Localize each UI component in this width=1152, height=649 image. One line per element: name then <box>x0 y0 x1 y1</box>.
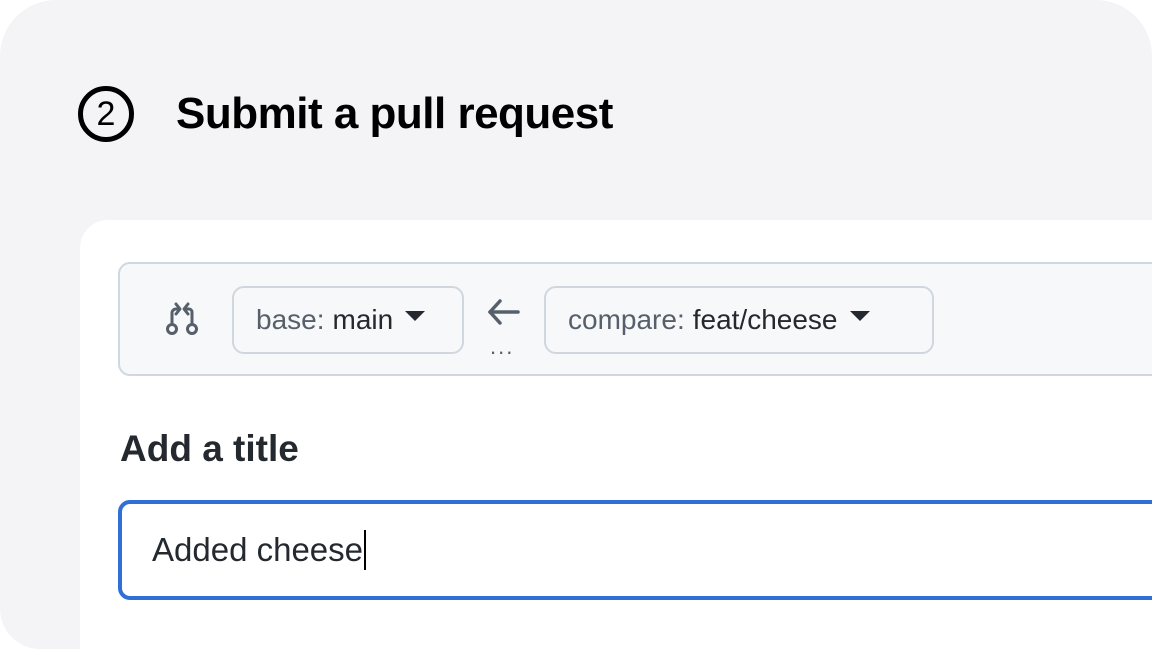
step-header: 2 Submit a pull request <box>78 82 613 146</box>
git-compare-icon <box>166 302 198 335</box>
text-cursor <box>364 530 367 570</box>
title-field-label: Add a title <box>120 428 299 469</box>
caret-down-icon <box>405 311 426 321</box>
title-input-value: Added cheese <box>152 531 364 568</box>
compare-branch-dropdown[interactable]: compare: feat/cheese <box>544 286 934 354</box>
caret-down-icon <box>849 311 870 321</box>
branch-compare-bar: base: main ... compare: feat/cheese <box>118 262 1152 376</box>
pull-request-panel: base: main ... compare: feat/cheese Add … <box>80 220 1152 649</box>
base-branch-dropdown[interactable]: base: main <box>232 286 464 354</box>
base-branch-value: main <box>332 304 394 335</box>
onboarding-card: 2 Submit a pull request base: main ... c… <box>0 0 1152 649</box>
branch-dots: ... <box>490 334 515 359</box>
compare-branch-value: feat/cheese <box>692 304 838 335</box>
pull-request-title-input[interactable]: Added cheese <box>118 500 1152 600</box>
step-title: Submit a pull request <box>176 89 613 138</box>
step-number-badge: 2 <box>78 86 134 142</box>
base-branch-prefix: base: <box>256 304 325 335</box>
compare-branch-prefix: compare: <box>568 304 685 335</box>
step-number: 2 <box>96 95 116 133</box>
